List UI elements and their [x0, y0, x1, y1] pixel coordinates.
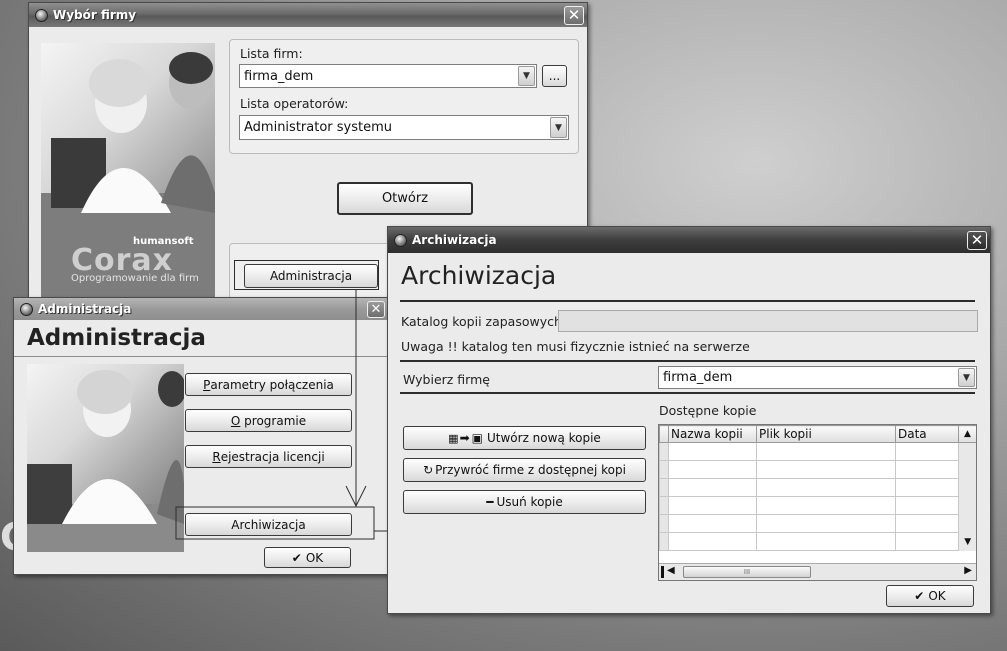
lista-firm-label: Lista firm:	[240, 46, 303, 61]
window-orb-icon	[35, 8, 48, 22]
refresh-icon: ↻	[423, 463, 434, 477]
admin-ok-button[interactable]: ✔ OK	[264, 547, 351, 568]
grid-icon: ▦	[448, 431, 458, 445]
window-archiwizacja: Archiwizacja ✕ Archiwizacja Katalog kopi…	[387, 226, 991, 614]
backups-table[interactable]: Nazwa kopii Plik kopii Data ▲ ▼ ◀ III ▶	[658, 424, 977, 581]
titlebar-admin[interactable]: Administracja ✕	[14, 298, 388, 320]
rejestracja-licencji-button[interactable]: Rejestracja licencji	[185, 445, 352, 468]
row-indicator-marker	[661, 566, 664, 578]
window-orb-icon	[20, 302, 33, 316]
underline-char: R	[212, 449, 221, 464]
parametry-polaczenia-button[interactable]: Parametry połączenia	[185, 373, 352, 396]
admin-heading: Administracja	[27, 325, 206, 351]
column-header-data[interactable]: Data	[895, 425, 959, 443]
firm-label: Wybierz firmę	[403, 372, 490, 387]
row-indicator-header	[659, 425, 669, 443]
horizontal-scrollbar[interactable]: ◀ III ▶	[659, 563, 976, 580]
create-backup-button[interactable]: ▦ ➡ ▣ Utwórz nową kopie	[403, 426, 646, 450]
archiwizacja-button[interactable]: Archiwizacja	[185, 513, 352, 536]
desktop-fragment: C	[0, 515, 14, 559]
arrow-right-icon: ➡	[459, 431, 470, 445]
scroll-up-icon[interactable]: ▲	[958, 425, 976, 443]
table-row[interactable]: ▼	[659, 532, 976, 551]
delete-backup-button[interactable]: ━ Usuń kopie	[403, 490, 646, 514]
column-header-nazwa[interactable]: Nazwa kopii	[668, 425, 757, 443]
ok-label: OK	[305, 550, 324, 565]
chevron-down-icon[interactable]: ▼	[550, 117, 567, 138]
katalog-warning: Uwaga !! katalog ten musi fizycznie istn…	[401, 339, 750, 354]
admin-heading-rule	[14, 356, 388, 357]
arch-heading: Archiwizacja	[401, 261, 557, 290]
checkmark-icon: ✔	[914, 589, 925, 603]
window-title: Wybór firmy	[53, 8, 137, 22]
brand-tagline: Oprogramowanie dla firm	[71, 273, 199, 284]
backups-table-grid: Nazwa kopii Plik kopii Data ▲ ▼	[659, 425, 976, 551]
restore-firm-button[interactable]: ↻ Przywróć firme z dostępnej kopi	[403, 458, 646, 482]
chevron-down-icon[interactable]: ▼	[518, 66, 535, 86]
table-row[interactable]	[659, 496, 976, 515]
arch-section-rule	[400, 360, 975, 362]
window-title: Administracja	[38, 302, 132, 316]
arch-firm-rule	[400, 392, 975, 394]
available-label: Dostępne kopie	[659, 403, 757, 418]
button-label: programie	[240, 413, 307, 428]
close-icon[interactable]: ✕	[367, 300, 385, 318]
underline-char: P	[203, 377, 211, 392]
close-icon[interactable]: ✕	[967, 230, 987, 250]
table-row[interactable]	[659, 514, 976, 533]
close-icon[interactable]: ✕	[564, 5, 584, 25]
minus-icon: ━	[486, 495, 494, 509]
people-photo-icon	[27, 370, 184, 552]
window-orb-icon	[394, 233, 407, 247]
titlebar-wybor[interactable]: Wybór firmy ✕	[29, 3, 587, 27]
lista-firm-value: firma_dem	[244, 68, 314, 84]
titlebar-archiwizacja[interactable]: Archiwizacja ✕	[388, 227, 990, 253]
button-label: arametry połączenia	[210, 377, 334, 392]
firm-select[interactable]: firma_dem ▼	[658, 366, 977, 389]
window-administracja: Administracja ✕ Administracja Parametry …	[13, 297, 389, 575]
firm-value: firma_dem	[663, 370, 733, 385]
corax-banner-image: humansoft Corax Oprogramowanie dla firm	[41, 43, 215, 303]
window-title: Archiwizacja	[412, 233, 497, 247]
lista-firm-select[interactable]: firma_dem ▼	[239, 64, 537, 88]
table-row[interactable]	[659, 460, 976, 479]
connector-admin-to-admin-window	[234, 260, 379, 290]
admin-photo	[27, 364, 184, 552]
table-row[interactable]	[659, 478, 976, 497]
checkmark-icon: ✔	[291, 550, 302, 565]
scroll-thumb[interactable]: III	[683, 566, 811, 578]
restore-firm-label: Przywróć firme z dostępnej kopi	[435, 463, 626, 477]
operator-select[interactable]: Administrator systemu ▼	[239, 115, 569, 140]
operator-label: Lista operatorów:	[240, 96, 349, 111]
arch-heading-rule	[400, 300, 975, 302]
katalog-input[interactable]	[558, 310, 978, 332]
katalog-label: Katalog kopii zapasowych	[401, 314, 562, 329]
button-label: ejestracja licencji	[220, 449, 325, 464]
delete-backup-label: Usuń kopie	[496, 495, 563, 509]
table-row[interactable]	[659, 442, 976, 461]
chevron-down-icon[interactable]: ▼	[958, 368, 975, 387]
create-backup-label: Utwórz nową kopie	[486, 431, 601, 445]
open-button[interactable]: Otwórz	[337, 182, 473, 215]
browse-firm-button[interactable]: ...	[542, 65, 567, 87]
scroll-right-icon[interactable]: ▶	[964, 565, 972, 576]
ok-label: OK	[928, 589, 946, 603]
underline-char: O	[230, 413, 241, 428]
o-programie-button[interactable]: O programie	[185, 409, 352, 432]
arch-ok-button[interactable]: ✔ OK	[886, 585, 974, 607]
disk-icon: ▣	[471, 431, 483, 445]
table-header-row: Nazwa kopii Plik kopii Data ▲	[659, 425, 976, 443]
operator-value: Administrator systemu	[244, 120, 392, 135]
scroll-left-icon[interactable]: ◀	[667, 565, 675, 576]
column-header-plik[interactable]: Plik kopii	[756, 425, 896, 443]
